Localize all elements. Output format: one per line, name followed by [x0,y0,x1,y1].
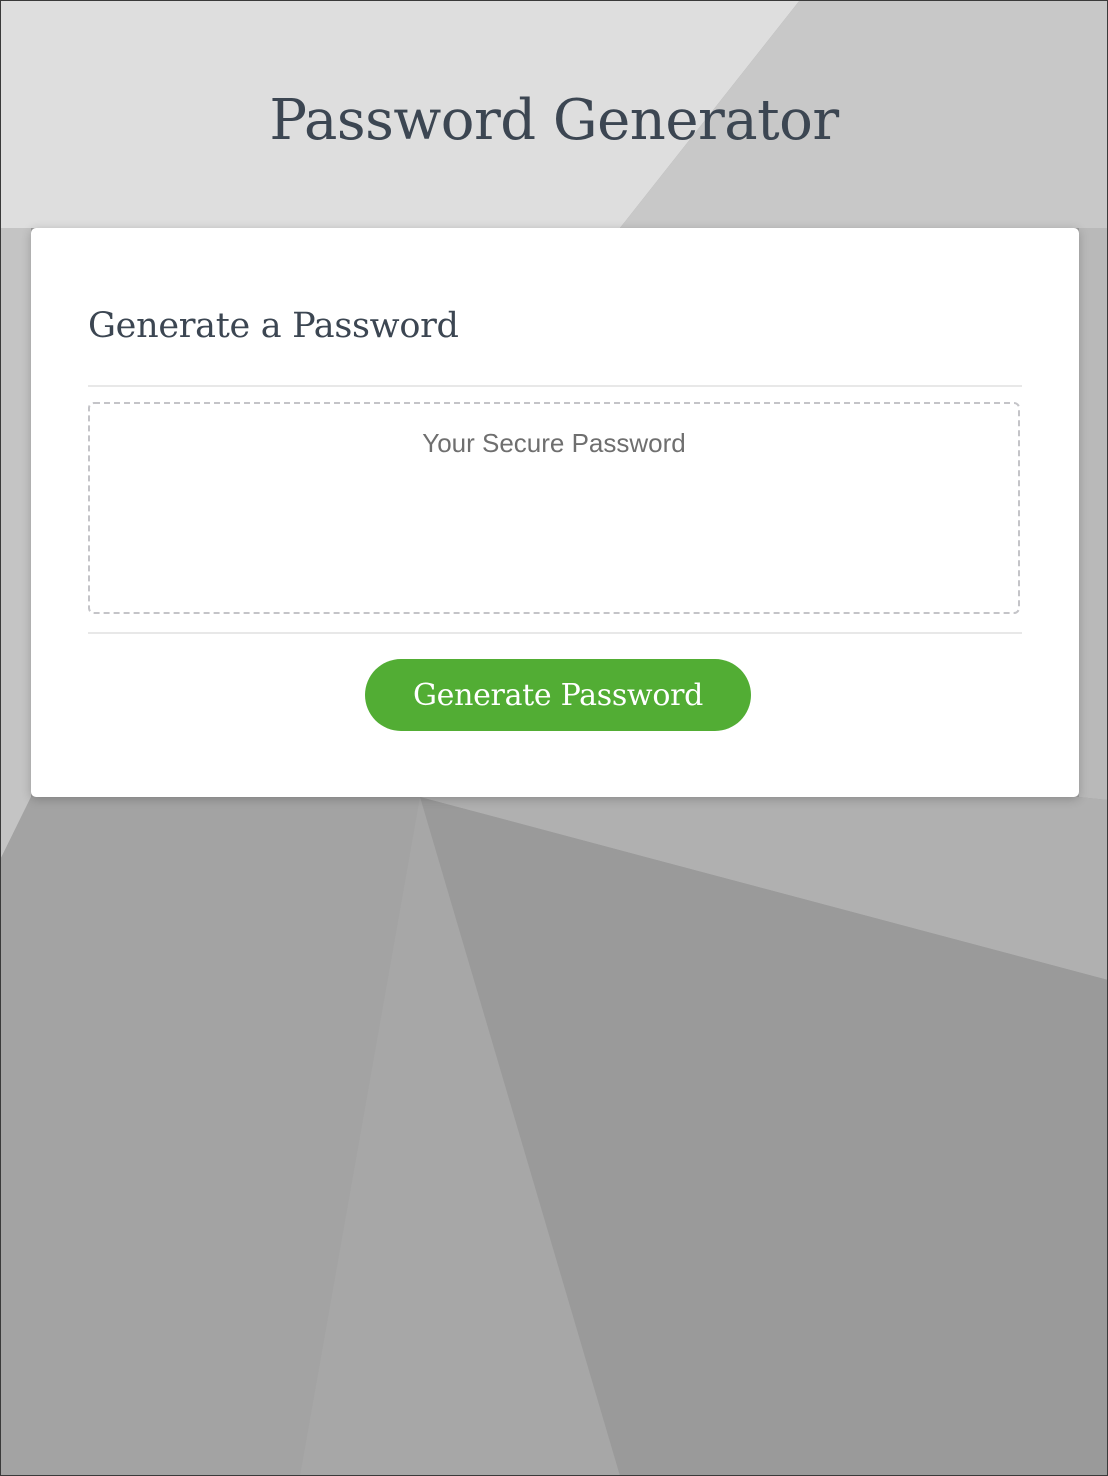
page-title: Password Generator [269,88,839,153]
card-footer [88,632,1022,634]
card-title: Generate a Password [88,306,459,346]
generator-card: Generate a Password Generate Password [31,228,1079,797]
password-output-field[interactable] [88,402,1020,614]
card-header: Generate a Password [88,228,1022,387]
generate-password-button[interactable]: Generate Password [365,659,751,731]
